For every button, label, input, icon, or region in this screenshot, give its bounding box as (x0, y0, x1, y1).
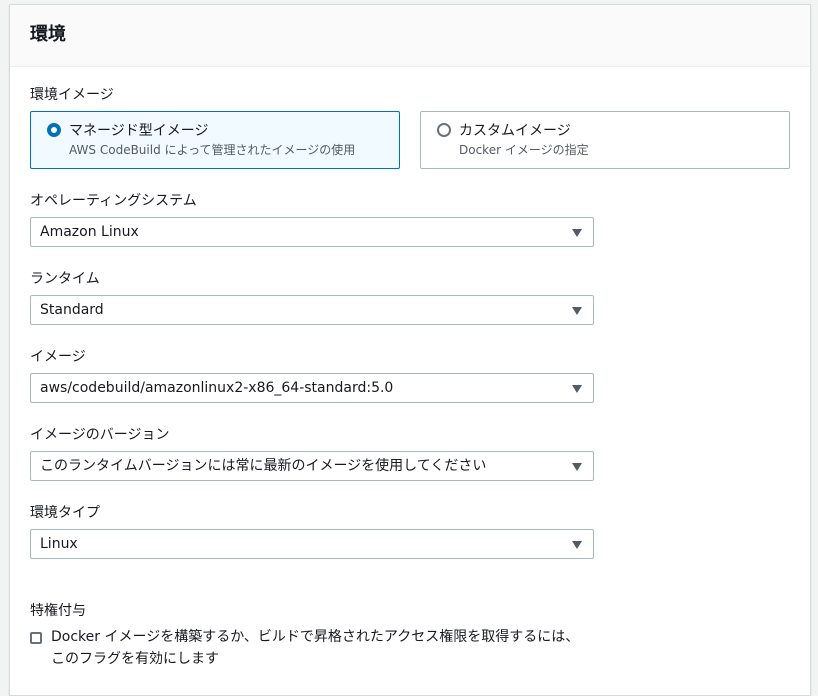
image-select[interactable]: aws/codebuild/amazonlinux2-x86_64-standa… (30, 373, 594, 403)
environment-panel: 環境 環境イメージ マネージド型イメージ AWS CodeBuild によって管… (9, 4, 811, 696)
privileged-label: 特権付与 (30, 603, 86, 619)
managed-image-tile[interactable]: マネージド型イメージ AWS CodeBuild によって管理されたイメージの使… (30, 111, 400, 169)
custom-image-description: Docker イメージの指定 (459, 143, 589, 157)
custom-image-tile[interactable]: カスタムイメージ Docker イメージの指定 (420, 111, 790, 169)
managed-image-radio[interactable] (47, 123, 61, 137)
image-label: イメージ (30, 349, 86, 365)
caret-down-icon (572, 541, 582, 549)
environment-type-select[interactable]: Linux (30, 529, 594, 559)
operating-system-label: オペレーティングシステム (30, 193, 197, 209)
image-version-select[interactable]: このランタイムバージョンには常に最新のイメージを使用してください (30, 451, 594, 481)
panel-header: 環境 (10, 5, 810, 67)
managed-image-description: AWS CodeBuild によって管理されたイメージの使用 (69, 143, 356, 157)
custom-image-title: カスタムイメージ (459, 123, 571, 139)
caret-down-icon (572, 385, 582, 393)
environment-type-value: Linux (40, 536, 78, 552)
caret-down-icon (572, 307, 582, 315)
image-version-value: このランタイムバージョンには常に最新のイメージを使用してください (40, 458, 487, 474)
runtime-select[interactable]: Standard (30, 295, 594, 325)
managed-image-title: マネージド型イメージ (69, 123, 209, 139)
caret-down-icon (572, 463, 582, 471)
operating-system-value: Amazon Linux (40, 224, 139, 240)
operating-system-select[interactable]: Amazon Linux (30, 217, 594, 247)
caret-down-icon (572, 229, 582, 237)
image-value: aws/codebuild/amazonlinux2-x86_64-standa… (40, 380, 394, 396)
image-version-label: イメージのバージョン (30, 427, 170, 443)
environment-image-label: 環境イメージ (30, 87, 114, 103)
environment-type-label: 環境タイプ (30, 505, 100, 521)
privileged-checkbox[interactable] (30, 632, 42, 644)
custom-image-radio[interactable] (437, 123, 451, 137)
privileged-checkbox-text[interactable]: Docker イメージを構築するか、ビルドで昇格されたアクセス権限を取得するには… (51, 626, 591, 670)
panel-title: 環境 (30, 24, 66, 45)
runtime-label: ランタイム (30, 271, 100, 287)
runtime-value: Standard (40, 302, 104, 318)
